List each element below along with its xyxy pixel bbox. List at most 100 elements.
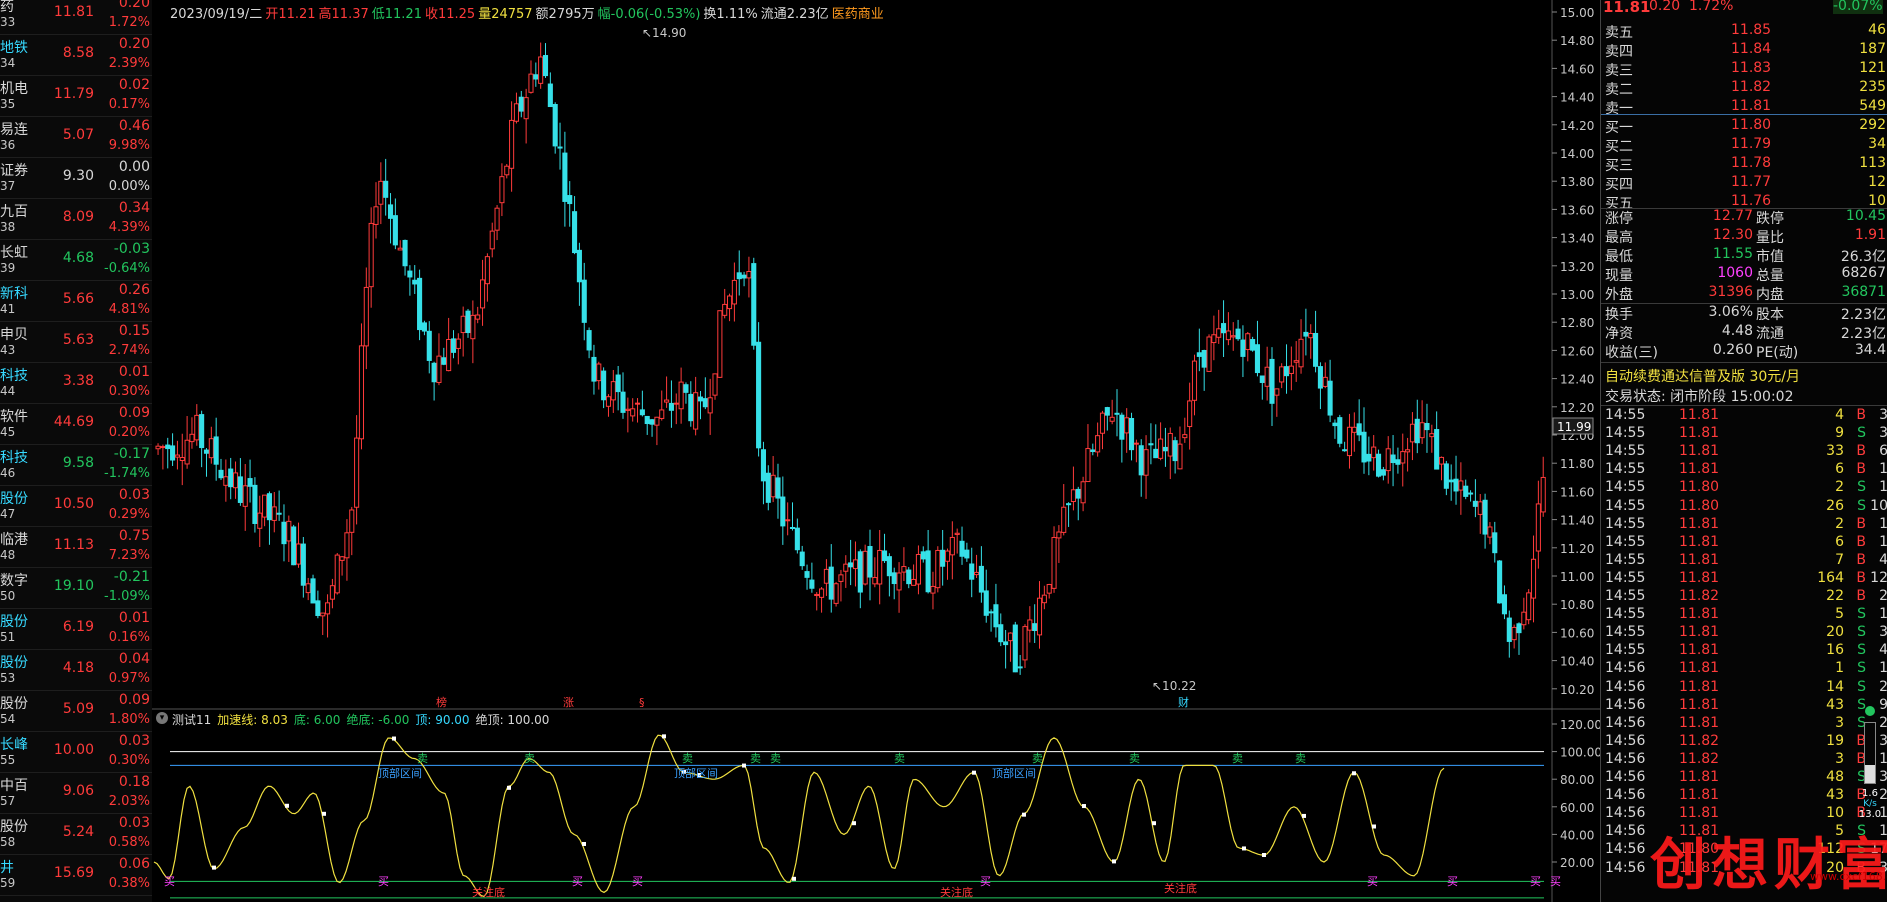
tick-side: B	[1856, 551, 1866, 568]
watchlist-name: 股份	[0, 614, 28, 630]
bid-row[interactable]: 买四 11.77 12	[1601, 172, 1887, 193]
watchlist-name: 地铁	[0, 40, 28, 56]
bid-row[interactable]: 买一 11.80 292	[1601, 115, 1887, 136]
kline-chart[interactable]: 15.00 14.80 14.60 14.40 14.20 14.00 13.80 13.60…	[152, 0, 1600, 902]
watchlist-row[interactable]: 药 33 11.81 0.20 1.72%	[0, 0, 152, 35]
price-tick: 11.00	[1560, 570, 1594, 584]
watchlist-row[interactable]: 井 59 15.69 0.06 0.38%	[0, 854, 152, 896]
watchlist-row[interactable]: 长虹 39 4.68 -0.03 -0.64%	[0, 239, 152, 281]
tick-side: S	[1857, 660, 1866, 677]
indicator-name[interactable]: 测试11	[172, 713, 211, 727]
tick-count: 10	[1870, 497, 1887, 514]
price-tick: 14.80	[1560, 34, 1594, 48]
tick-count: 1	[1879, 479, 1887, 495]
watchlist-row[interactable]: 机电 35 11.79 0.02 0.17%	[0, 75, 152, 117]
watchlist-row[interactable]: 软件 45 44.69 0.09 0.20%	[0, 403, 152, 445]
watchlist-row[interactable]: 地铁 34 8.58 0.20 2.39%	[0, 34, 152, 76]
tick-volume: 3	[1835, 714, 1844, 731]
quote-panel: 11.81 0.20 1.72% -0.07% 卖五 11.85 46 卖四 11.84 187 卖…	[1600, 0, 1887, 902]
candle	[833, 582, 839, 607]
tick-side: B	[1856, 515, 1866, 532]
kline-high: 高11.37	[318, 7, 369, 22]
watchlist-row[interactable]: 九百 38 8.09 0.34 4.39%	[0, 198, 152, 240]
watchlist-code: 44	[0, 384, 16, 398]
ask-row[interactable]: 卖二 11.82 235	[1601, 77, 1887, 98]
kline-low: 低11.21	[371, 7, 422, 22]
tick-volume: 26	[1826, 497, 1844, 514]
watchlist-row[interactable]: 股份 47 10.50 0.03 0.29%	[0, 485, 152, 527]
ask-row[interactable]: 卖三 11.83 121	[1601, 58, 1887, 79]
divider	[1601, 362, 1887, 363]
watchlist-name: 中百	[0, 778, 28, 794]
bid-price: 11.78	[1731, 155, 1772, 171]
watchlist-row[interactable]: 股份 51 6.19 0.01 0.16%	[0, 608, 152, 650]
tick-volume: 10	[1826, 805, 1844, 822]
watchlist-row[interactable]: 科技 44 3.38 0.01 0.30%	[0, 362, 152, 404]
stat-label: 收益(三)	[1605, 345, 1658, 361]
indicator-param-abs-top: 绝顶: 100.00	[475, 713, 550, 727]
indicator-param-accel: 加速线: 8.03	[217, 713, 288, 727]
ask-row[interactable]: 卖一 11.81 549	[1601, 96, 1887, 117]
indicator-tick: 20.00	[1560, 856, 1594, 870]
speed-gauge: 1.6 K/s 13.0	[1855, 700, 1885, 830]
tick-price: 11.81	[1679, 805, 1720, 822]
watchlist-row[interactable]: 科技 46 9.58 -0.17 -1.74%	[0, 444, 152, 486]
bid-volume: 113	[1859, 155, 1886, 171]
tick-row: 14:55 11.81 5S1	[1601, 605, 1887, 625]
tick-time: 14:55	[1605, 515, 1646, 532]
stat-row: 收益(三) 0.260 PE(动) 34.4	[1601, 340, 1887, 361]
watchlist-code: 46	[0, 466, 16, 480]
tick-price: 11.81	[1679, 461, 1720, 478]
kline-open: 开11.21	[265, 7, 316, 22]
watchlist-row[interactable]: 临港 48 11.13 0.75 7.23%	[0, 526, 152, 568]
watchlist-row[interactable]: 股份 54 5.09 0.09 1.80%	[0, 690, 152, 732]
kline-sector[interactable]: 医药商业	[832, 7, 884, 22]
watchlist-row[interactable]: 证券 37 9.30 0.00 0.00%	[0, 157, 152, 199]
watchlist-row[interactable]: 申贝 43 5.63 0.15 2.74%	[0, 321, 152, 363]
watchlist-code: 41	[0, 302, 16, 316]
watchlist-name: 科技	[0, 450, 28, 466]
watchlist-name: 申贝	[0, 327, 28, 343]
ask-row[interactable]: 卖四 11.84 187	[1601, 39, 1887, 60]
watchlist-row[interactable]: 数字 50 19.10 -0.21 -1.09%	[0, 567, 152, 609]
bid-row[interactable]: 买三 11.78 113	[1601, 153, 1887, 174]
tick-volume: 5	[1835, 606, 1844, 623]
indicator-dot	[212, 865, 216, 870]
indicator-dot	[1352, 771, 1356, 776]
watchlist-row[interactable]: 中百 57 9.06 0.18 2.03%	[0, 772, 152, 814]
event-marker[interactable]: 涨	[563, 696, 574, 709]
watchlist-row[interactable]: 股份 53 4.18 0.04 0.97%	[0, 649, 152, 691]
watchlist-row[interactable]: 长峰 55 10.00 0.03 0.30%	[0, 731, 152, 773]
tick-time: 14:56	[1605, 823, 1646, 840]
bid-row[interactable]: 买二 11.79 34	[1601, 134, 1887, 155]
price-tick: 11.20	[1560, 542, 1594, 556]
bid-price: 11.80	[1731, 117, 1772, 133]
quote-header: 11.81 0.20 1.72% -0.07%	[1601, 0, 1887, 16]
watchlist-price: 6.19	[62, 619, 94, 635]
price-tick: 13.00	[1560, 288, 1594, 302]
watchlist-price: 5.66	[62, 291, 94, 307]
watchlist-price: 4.68	[62, 250, 94, 266]
watchlist-row[interactable]: 易连 36 5.07 0.46 9.98%	[0, 116, 152, 158]
event-marker[interactable]: 榜	[436, 695, 447, 709]
watchlist-row[interactable]: 新科 41 5.66 0.26 4.81%	[0, 280, 152, 322]
tick-side: S	[1857, 642, 1866, 659]
stat-value: 12.30	[1712, 227, 1753, 243]
watchlist-name: 新科	[0, 286, 28, 302]
ad-banner[interactable]: 自动续费通达信普及版 30元/月	[1601, 364, 1887, 385]
watchlist-percent: 2.03%	[108, 794, 150, 809]
indicator-menu-icon[interactable]: ▾	[156, 712, 168, 724]
buy-signal: 买	[1530, 875, 1541, 888]
bottom-zone-label: 关注底	[940, 885, 973, 899]
watchlist-change: 0.26	[118, 282, 150, 298]
watchlist-price: 4.18	[62, 660, 94, 676]
tick-price: 11.81	[1679, 515, 1720, 532]
tick-volume: 2	[1835, 515, 1844, 532]
watchlist-row[interactable]: 股份 58 5.24 0.03 0.58%	[0, 813, 152, 855]
tick-price: 11.82	[1679, 588, 1720, 604]
ask-row[interactable]: 卖五 11.85 46	[1601, 20, 1887, 41]
event-marker[interactable]: 财	[1178, 695, 1189, 709]
event-marker[interactable]: §	[639, 696, 645, 709]
tick-row: 14:55 11.81 33 B6	[1601, 442, 1887, 462]
indicator-param-abs-bottom: 绝底: -6.00	[346, 713, 410, 727]
